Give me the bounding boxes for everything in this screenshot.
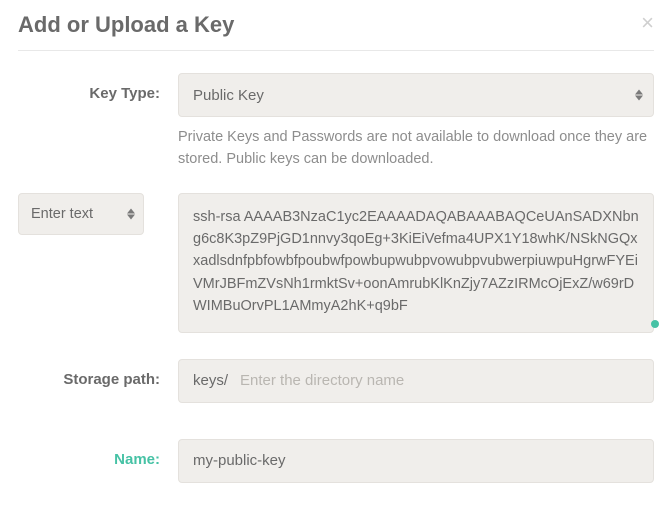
modal-title: Add or Upload a Key	[18, 12, 234, 38]
storage-path-label-col: Storage path:	[18, 359, 178, 389]
name-label-col: Name:	[18, 439, 178, 469]
modal-header: Add or Upload a Key ×	[18, 12, 654, 51]
storage-path-prefix: keys/	[193, 372, 228, 389]
key-type-row: Key Type: Public Key Private Keys and Pa…	[18, 73, 654, 171]
name-row: Name:	[18, 439, 654, 483]
key-type-help: Private Keys and Passwords are not avail…	[178, 127, 654, 171]
storage-path-label: Storage path:	[63, 371, 160, 388]
storage-path-row: Storage path: keys/	[18, 359, 654, 403]
resize-handle-icon[interactable]	[651, 320, 659, 328]
storage-path-control: keys/	[178, 359, 654, 403]
key-type-label-col: Key Type:	[18, 73, 178, 103]
key-value-row: Enter text ssh-rsa AAAAB3NzaC1yc2EAAAADA…	[18, 193, 654, 333]
name-input-wrap[interactable]	[178, 439, 654, 483]
key-type-value: Public Key	[193, 87, 264, 104]
chevron-updown-icon	[127, 208, 135, 219]
chevron-updown-icon	[635, 90, 643, 101]
key-type-select[interactable]: Public Key	[178, 73, 654, 117]
key-value-textarea[interactable]: ssh-rsa AAAAB3NzaC1yc2EAAAADAQABAAABAQCe…	[178, 193, 654, 333]
key-type-control: Public Key Private Keys and Passwords ar…	[178, 73, 654, 171]
storage-path-input[interactable]	[240, 372, 639, 389]
input-mode-select[interactable]: Enter text	[18, 193, 144, 235]
key-type-label: Key Type:	[89, 85, 160, 102]
add-key-modal: Add or Upload a Key × Key Type: Public K…	[0, 0, 672, 515]
close-icon[interactable]: ×	[641, 12, 654, 34]
input-mode-col: Enter text	[18, 193, 178, 235]
key-value-control: ssh-rsa AAAAB3NzaC1yc2EAAAADAQABAAABAQCe…	[178, 193, 654, 333]
name-input[interactable]	[193, 452, 639, 469]
name-label: Name:	[114, 451, 160, 468]
name-control	[178, 439, 654, 483]
storage-path-input-wrap[interactable]: keys/	[178, 359, 654, 403]
input-mode-value: Enter text	[31, 206, 93, 222]
key-value-text: ssh-rsa AAAAB3NzaC1yc2EAAAADAQABAAABAQCe…	[193, 209, 639, 315]
